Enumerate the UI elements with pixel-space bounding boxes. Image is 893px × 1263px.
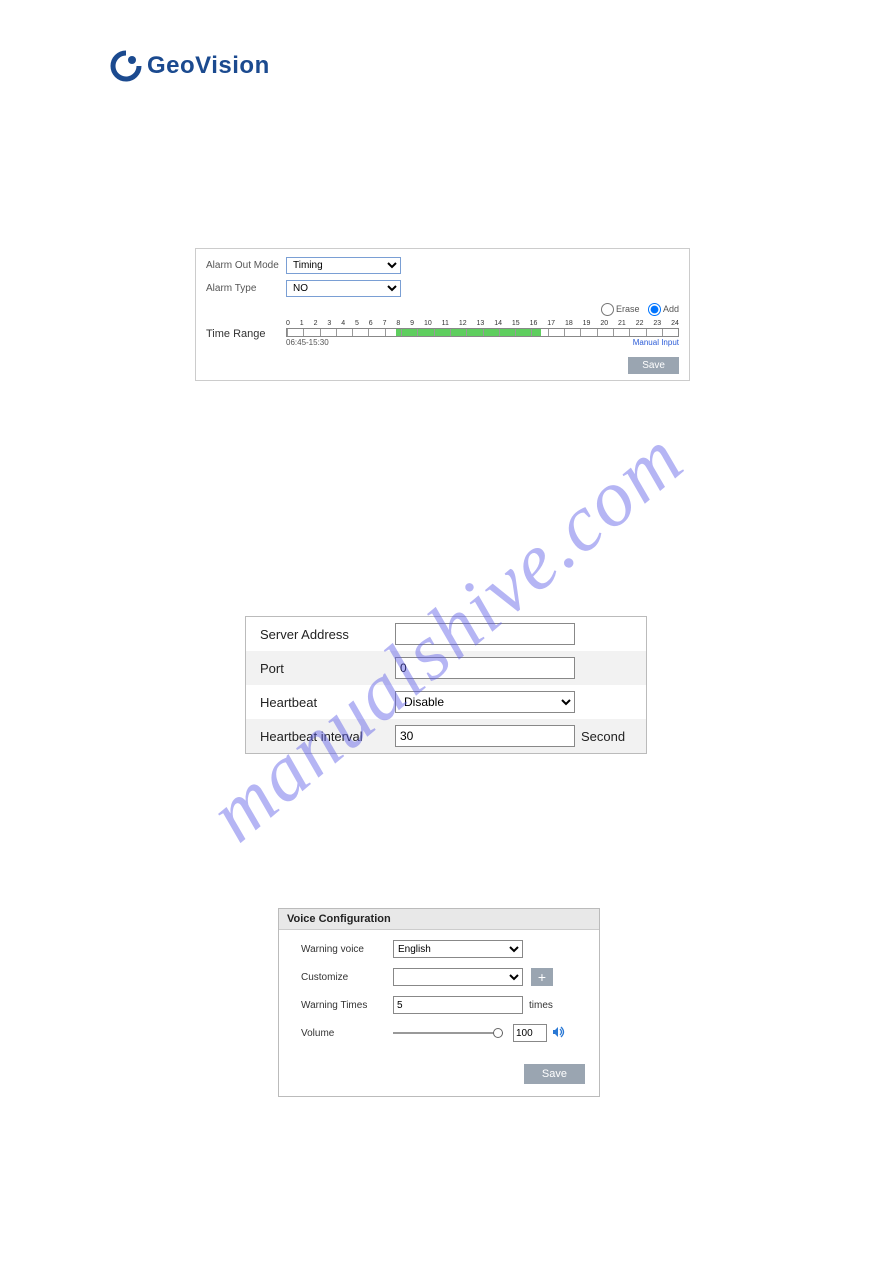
- erase-radio[interactable]: [601, 303, 614, 316]
- add-custom-button[interactable]: +: [531, 968, 553, 986]
- time-range-timeline[interactable]: 0123456789101112131415161718192021222324…: [286, 320, 679, 347]
- warning-times-input[interactable]: [393, 996, 523, 1014]
- heartbeat-interval-unit: Second: [581, 729, 625, 744]
- voice-save-button[interactable]: Save: [524, 1064, 585, 1084]
- heartbeat-interval-label: Heartbeat interval: [260, 729, 395, 744]
- timeline-ruler[interactable]: [286, 328, 679, 337]
- alarm-out-mode-select[interactable]: Timing: [286, 257, 401, 274]
- server-address-label: Server Address: [260, 627, 395, 642]
- server-panel: Server Address Port Heartbeat Disable He…: [245, 616, 647, 754]
- volume-label: Volume: [301, 1028, 393, 1039]
- heartbeat-label: Heartbeat: [260, 695, 395, 710]
- port-label: Port: [260, 661, 395, 676]
- manual-input-link[interactable]: Manual Input: [633, 338, 679, 347]
- warning-voice-label: Warning voice: [301, 944, 393, 955]
- alarm-type-select[interactable]: NO: [286, 280, 401, 297]
- time-range-value: 06:45-15:30: [286, 338, 329, 347]
- port-input[interactable]: [395, 657, 575, 679]
- warning-voice-select[interactable]: English: [393, 940, 523, 958]
- add-radio-label[interactable]: Add: [642, 304, 679, 314]
- add-radio[interactable]: [648, 303, 661, 316]
- warning-times-unit: times: [529, 1000, 553, 1011]
- warning-times-label: Warning Times: [301, 1000, 393, 1011]
- time-range-label: Time Range: [206, 328, 286, 340]
- alarm-save-button[interactable]: Save: [628, 357, 679, 374]
- timeline-hour-labels: 0123456789101112131415161718192021222324: [286, 320, 679, 328]
- brand-logo: GeoVision: [110, 50, 270, 82]
- customize-select[interactable]: [393, 968, 523, 986]
- server-address-input[interactable]: [395, 623, 575, 645]
- brand-logo-mark: [110, 50, 142, 82]
- brand-name: GeoVision: [147, 52, 270, 80]
- volume-input[interactable]: [513, 1024, 547, 1042]
- alarm-out-panel: Alarm Out Mode Timing Alarm Type NO Eras…: [195, 248, 690, 381]
- alarm-type-label: Alarm Type: [206, 283, 286, 294]
- customize-label: Customize: [301, 972, 393, 983]
- heartbeat-select[interactable]: Disable: [395, 691, 575, 713]
- erase-radio-label[interactable]: Erase: [595, 304, 640, 314]
- alarm-out-mode-label: Alarm Out Mode: [206, 260, 286, 271]
- volume-slider[interactable]: [393, 1032, 503, 1034]
- voice-config-panel: Voice Configuration Warning voice Englis…: [278, 908, 600, 1097]
- volume-slider-thumb[interactable]: [493, 1028, 503, 1038]
- voice-config-header: Voice Configuration: [279, 909, 599, 930]
- heartbeat-interval-input[interactable]: [395, 725, 575, 747]
- speaker-icon[interactable]: [552, 1026, 566, 1041]
